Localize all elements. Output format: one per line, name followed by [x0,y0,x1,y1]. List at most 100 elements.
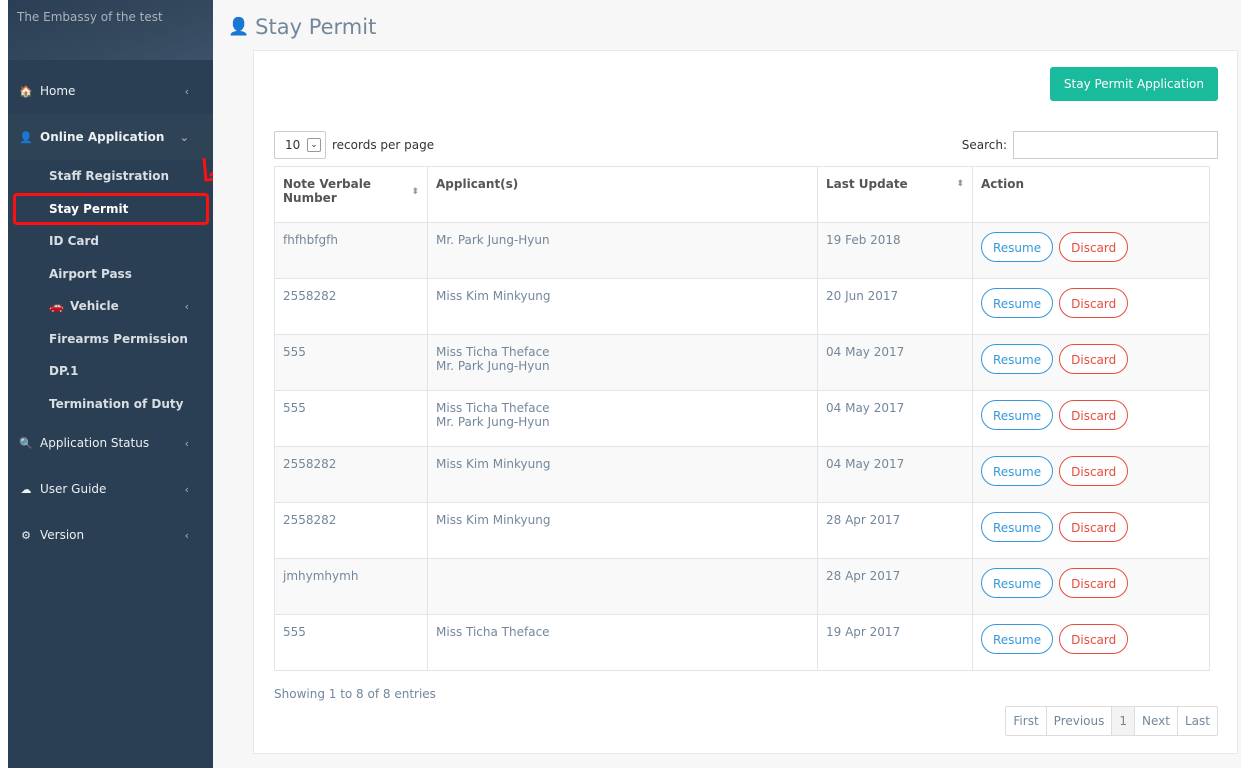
car-icon: 🚗 [49,299,64,314]
cell-actions: Resume Discard [972,502,1210,559]
cell-note-verbale: 555 [274,614,428,671]
discard-button[interactable]: Discard [1059,288,1129,318]
cell-last-update: 28 Apr 2017 [817,558,973,615]
sidebar-subitem-label: Airport Pass [49,266,132,281]
cell-note-verbale: 2558282 [274,278,428,335]
cell-last-update: 04 May 2017 [817,446,973,503]
resume-button[interactable]: Resume [981,456,1054,486]
cell-applicants: Miss Kim Minkyung [427,446,818,503]
sidebar-subitem-termination-of-duty[interactable]: Termination of Duty [8,388,213,421]
column-header-applicants: Applicant(s) [427,166,818,223]
table-row: 555 Miss Ticha Theface 19 Apr 2017 Resume Di… [274,614,1210,671]
column-header-label: Action [981,177,1025,191]
cloud-download-icon: ☁ [20,482,32,496]
page-title: 👤 Stay Permit [228,15,376,39]
discard-button[interactable]: Discard [1059,232,1129,262]
sort-icon: ⬍ [411,187,419,197]
chevron-down-icon: ⌄ [307,138,321,152]
sidebar-subitem-firearms-permission[interactable]: Firearms Permission [8,323,213,356]
cell-applicants: Miss Ticha Theface Mr. Park Jung-Hyun [427,390,818,447]
sidebar-subitem-stay-permit[interactable]: Stay Permit [13,192,209,225]
discard-button[interactable]: Discard [1059,624,1129,654]
table-row: 555 Miss Ticha Theface Mr. Park Jung-Hyun 0… [274,334,1210,391]
discard-button[interactable]: Discard [1059,400,1129,430]
sidebar-item-user-guide[interactable]: ☁ User Guide ‹ [8,466,213,512]
table-row: 2558282 Miss Kim Minkyung 20 Jun 2017 Resum… [274,278,1210,335]
search-label: Search: [961,138,1007,152]
resume-button[interactable]: Resume [981,400,1054,430]
cell-last-update: 04 May 2017 [817,390,973,447]
records-per-page-value: 10 [285,138,301,152]
cell-note-verbale: fhfhbfgfh [274,222,428,279]
applicant-name: Mr. Park Jung-Hyun [436,359,550,373]
search-icon: 🔍 [19,436,33,450]
pagination-last[interactable]: Last [1177,707,1217,735]
cell-actions: Resume Discard [972,446,1210,503]
records-per-page-select[interactable]: 10 ⌄ [274,131,326,159]
table-row: fhfhbfgfh Mr. Park Jung-Hyun 19 Feb 2018 Re… [274,222,1210,279]
pagination-previous[interactable]: Previous [1045,707,1112,735]
content-panel: Stay Permit Application 10 ⌄ records per… [253,50,1238,754]
discard-button[interactable]: Discard [1059,568,1129,598]
sidebar: The Embassy of the test 🏠 Home ‹ 👤 Onlin… [8,0,213,768]
resume-button[interactable]: Resume [981,232,1054,262]
brand-title: The Embassy of the test [17,10,163,24]
brand-area: The Embassy of the test [8,0,213,60]
applicant-name: Miss Ticha Theface [436,401,550,415]
sidebar-subitem-label: Vehicle [69,299,119,314]
search-input[interactable] [1013,131,1218,159]
resume-button[interactable]: Resume [981,568,1054,598]
resume-button[interactable]: Resume [981,288,1054,318]
column-header-note-verbale[interactable]: Note Verbale Number ⬍ [274,166,428,223]
column-header-last-update[interactable]: Last Update ⬍ [817,166,973,223]
cell-note-verbale: 555 [274,390,428,447]
user-icon: 👤 [228,17,250,37]
chevron-left-icon: ‹ [184,528,189,542]
sidebar-subitem-airport-pass[interactable]: Airport Pass [8,258,213,291]
column-header-label: Last Update [826,177,908,191]
applicant-name: Mr. Park Jung-Hyun [436,233,550,247]
cell-applicants: Miss Kim Minkyung [427,278,818,335]
main-content: 👤 Stay Permit Stay Permit Application 10… [213,0,1241,768]
cell-last-update: 20 Jun 2017 [817,278,973,335]
discard-button[interactable]: Discard [1059,456,1129,486]
applicant-name: Mr. Park Jung-Hyun [436,415,550,429]
stay-permit-table: Note Verbale Number ⬍ Applicant(s) Last … [274,166,1210,671]
pagination-first[interactable]: First [1006,707,1045,735]
sidebar-item-version[interactable]: ⚙ Version ‹ [8,512,213,558]
records-per-page-label: records per page [332,138,435,152]
sort-icon: ⬍ [956,179,964,189]
sidebar-item-label: Online Application [40,130,165,144]
chevron-left-icon: ‹ [184,436,189,450]
discard-button[interactable]: Discard [1059,512,1129,542]
sidebar-item-application-status[interactable]: 🔍 Application Status ‹ [8,420,213,466]
cell-actions: Resume Discard [972,334,1210,391]
pagination-page-1[interactable]: 1 [1111,707,1135,735]
sidebar-subitem-label: Stay Permit [49,201,129,216]
sidebar-subitem-vehicle[interactable]: 🚗 Vehicle ‹ [8,290,213,323]
resume-button[interactable]: Resume [981,344,1054,374]
sidebar-subitem-id-card[interactable]: ID Card [8,225,213,258]
page-title-text: Stay Permit [255,15,377,39]
home-icon: 🏠 [19,84,33,98]
cell-last-update: 19 Feb 2018 [817,222,973,279]
search-box: Search: [962,131,1218,159]
sidebar-item-home[interactable]: 🏠 Home ‹ [8,68,213,114]
sidebar-subitem-label: Firearms Permission [49,331,188,346]
cell-note-verbale: 2558282 [274,502,428,559]
sidebar-subitem-label: DP.1 [49,364,79,379]
sidebar-subitem-label: Staff Registration [49,169,169,184]
sidebar-subitem-staff-registration[interactable]: Staff Registration [8,160,213,193]
sidebar-subitem-dp1[interactable]: DP.1 [8,355,213,388]
discard-button[interactable]: Discard [1059,344,1129,374]
resume-button[interactable]: Resume [981,624,1054,654]
resume-button[interactable]: Resume [981,512,1054,542]
chevron-left-icon: ‹ [184,482,189,496]
table-info: Showing 1 to 8 of 8 entries [274,687,436,701]
stay-permit-application-button[interactable]: Stay Permit Application [1049,67,1218,101]
sidebar-item-online-application[interactable]: 👤 Online Application ⌄ [8,114,213,160]
applicant-name: Miss Kim Minkyung [436,457,551,471]
pagination-next[interactable]: Next [1134,707,1177,735]
chevron-left-icon: ‹ [184,84,189,98]
records-per-page: 10 ⌄ records per page [274,131,434,159]
